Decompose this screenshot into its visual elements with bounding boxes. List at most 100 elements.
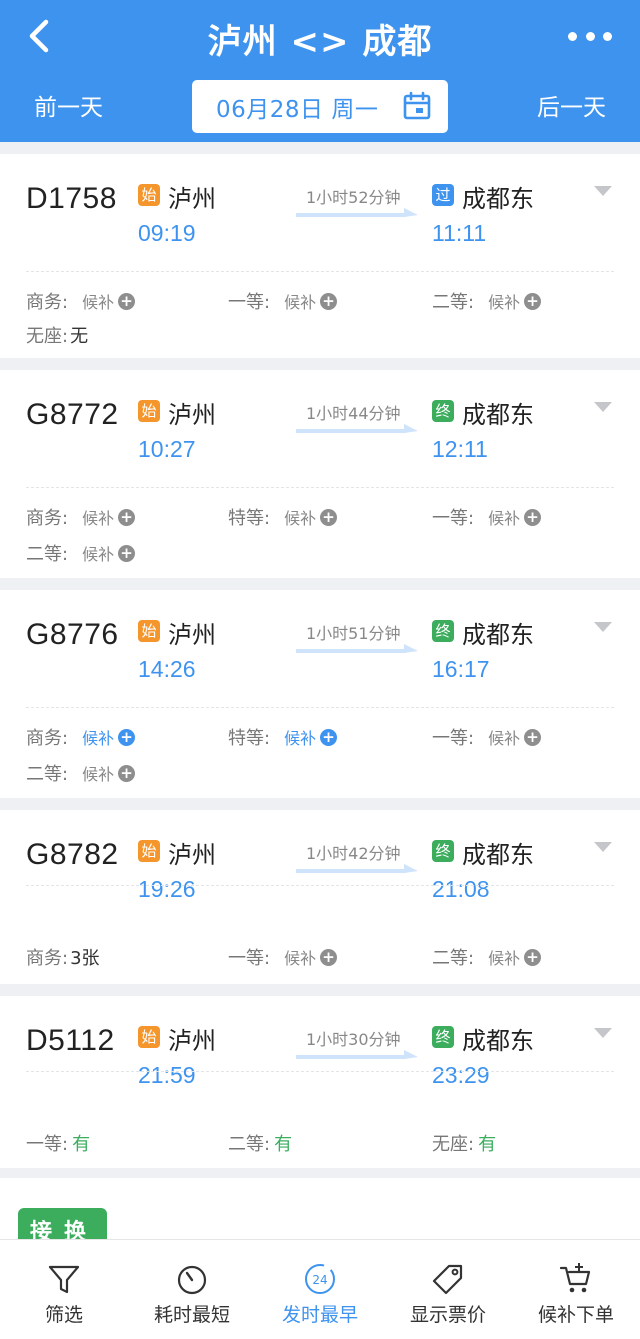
plus-circle-icon: + <box>524 508 542 526</box>
arrow-right-icon <box>296 864 418 873</box>
seat-value: 候补 <box>488 509 521 528</box>
train-number: G8776 <box>26 618 119 651</box>
divider <box>26 1071 614 1072</box>
plus-circle-icon: + <box>118 544 136 562</box>
expand-caret-icon[interactable] <box>594 842 612 852</box>
seat-second[interactable]: 二等: 候补 + <box>432 944 542 970</box>
origin-badge: 始 <box>138 620 160 642</box>
bottom-toolbar: 筛选 耗时最短 24 发时最早 显示票价 候补下单 <box>0 1239 640 1339</box>
seat-value: 候补 <box>488 729 521 748</box>
expand-caret-icon[interactable] <box>594 622 612 632</box>
date-text: 06月28日 周一 <box>216 96 379 123</box>
origin-badge: 始 <box>138 840 160 862</box>
plus-circle-icon: + <box>320 508 338 526</box>
arrival-station: 成都东 <box>462 841 534 869</box>
train-card[interactable]: G8772 始 泸州 10:27 1小时44分钟 终 成都东 12:11 商务:… <box>0 370 640 578</box>
arrival-time: 23:29 <box>432 1062 490 1088</box>
terminal-badge: 终 <box>432 1026 454 1048</box>
prev-day-button[interactable]: 前一天 <box>34 88 103 122</box>
seat-premium[interactable]: 特等: 候补 + <box>228 504 338 530</box>
seat-first[interactable]: 一等: 候补 + <box>432 504 542 530</box>
divider <box>26 885 614 886</box>
departure-station: 泸州 <box>168 621 216 649</box>
seat-first[interactable]: 一等: 候补 + <box>228 944 338 970</box>
tab-waitlist-order[interactable]: 候补下单 <box>512 1240 640 1339</box>
duration: 1小时44分钟 <box>306 404 401 423</box>
seat-label: 一等: <box>228 292 271 313</box>
seat-second[interactable]: 二等: 有 <box>228 1130 292 1156</box>
clock-24-icon: 24 <box>305 1264 335 1294</box>
seat-second[interactable]: 二等: 候补 + <box>26 760 136 786</box>
seat-value: 候补 <box>488 293 521 312</box>
duration: 1小时30分钟 <box>306 1030 401 1049</box>
expand-caret-icon[interactable] <box>594 1028 612 1038</box>
arrow-right-icon <box>296 208 418 217</box>
seat-value: 有 <box>72 1134 91 1155</box>
tab-earliest-departure[interactable]: 24 发时最早 <box>256 1240 384 1339</box>
arrival-time: 11:11 <box>432 220 487 246</box>
tab-label: 发时最早 <box>281 1304 358 1326</box>
seat-business[interactable]: 商务: 候补 + <box>26 504 136 530</box>
plus-circle-icon: + <box>524 292 542 310</box>
departure-time: 14:26 <box>138 656 196 682</box>
seat-second[interactable]: 二等: 候补 + <box>26 540 136 566</box>
seat-standing[interactable]: 无座: 有 <box>432 1130 496 1156</box>
train-card[interactable]: D5112 始 泸州 21:59 1小时30分钟 终 成都东 23:29 一等:… <box>0 996 640 1168</box>
seat-value: 候补 <box>284 729 317 748</box>
expand-caret-icon[interactable] <box>594 186 612 196</box>
tab-filter[interactable]: 筛选 <box>0 1240 128 1339</box>
expand-caret-icon[interactable] <box>594 402 612 412</box>
more-dot <box>603 31 612 41</box>
date-picker[interactable]: 06月28日 周一 <box>192 80 448 133</box>
seat-standing: 无座: 无 <box>26 322 88 348</box>
seat-label: 特等: <box>228 728 271 749</box>
train-card[interactable]: D1758 始 泸州 09:19 1小时52分钟 过 成都东 11:11 商务:… <box>0 154 640 358</box>
plus-circle-icon: + <box>118 292 136 310</box>
seat-business[interactable]: 商务: 候补 + <box>26 724 136 750</box>
arrival-station: 成都东 <box>462 621 534 649</box>
timer-icon <box>177 1265 207 1295</box>
seat-first[interactable]: 一等: 候补 + <box>432 724 542 750</box>
seat-label: 特等: <box>228 508 271 529</box>
arrow-right-icon <box>296 644 418 653</box>
seat-value: 候补 <box>284 509 317 528</box>
more-button[interactable] <box>568 18 612 54</box>
train-number: G8772 <box>26 398 119 431</box>
seat-label: 一等: <box>432 728 475 749</box>
tab-label: 显示票价 <box>409 1304 486 1326</box>
pass-badge: 过 <box>432 184 454 206</box>
train-number: D5112 <box>26 1024 115 1057</box>
seat-premium[interactable]: 特等: 候补 + <box>228 724 338 750</box>
seat-first[interactable]: 一等: 候补 + <box>228 288 338 314</box>
plus-circle-icon: + <box>118 508 136 526</box>
next-day-button[interactable]: 后一天 <box>537 88 606 122</box>
seat-value: 候补 <box>284 949 317 968</box>
train-number: D1758 <box>26 182 117 215</box>
train-list: D1758 始 泸州 09:19 1小时52分钟 过 成都东 11:11 商务:… <box>0 154 640 1180</box>
duration: 1小时51分钟 <box>306 624 401 643</box>
seat-business[interactable]: 商务: 候补 + <box>26 288 136 314</box>
train-card[interactable]: G8782 始 泸州 19:26 1小时42分钟 终 成都东 21:08 商务:… <box>0 810 640 984</box>
arrival-time: 12:11 <box>432 436 488 462</box>
clock-24-text: 24 <box>312 1273 327 1287</box>
seat-first[interactable]: 一等: 有 <box>26 1130 90 1156</box>
tab-shortest-duration[interactable]: 耗时最短 <box>128 1240 256 1339</box>
seat-label: 商务: <box>26 948 69 969</box>
seat-label: 一等: <box>228 948 271 969</box>
page-title: 泸州 <> 成都 <box>207 22 433 62</box>
departure-time: 19:26 <box>138 876 196 902</box>
departure-station: 泸州 <box>168 185 216 213</box>
seat-value: 候补 <box>488 949 521 968</box>
cart-plus-icon <box>559 1263 591 1293</box>
duration: 1小时52分钟 <box>306 188 401 207</box>
origin-badge: 始 <box>138 400 160 422</box>
seat-label: 商务: <box>26 728 69 749</box>
tab-show-price[interactable]: 显示票价 <box>384 1240 512 1339</box>
seat-value: 有 <box>478 1134 497 1155</box>
seat-business[interactable]: 商务: 3张 <box>26 944 100 970</box>
train-card[interactable]: G8776 始 泸州 14:26 1小时51分钟 终 成都东 16:17 商务:… <box>0 590 640 798</box>
arrival-time: 21:08 <box>432 876 490 902</box>
seat-second[interactable]: 二等: 候补 + <box>432 288 542 314</box>
departure-time: 21:59 <box>138 1062 196 1088</box>
arrow-right-icon <box>296 1050 418 1059</box>
